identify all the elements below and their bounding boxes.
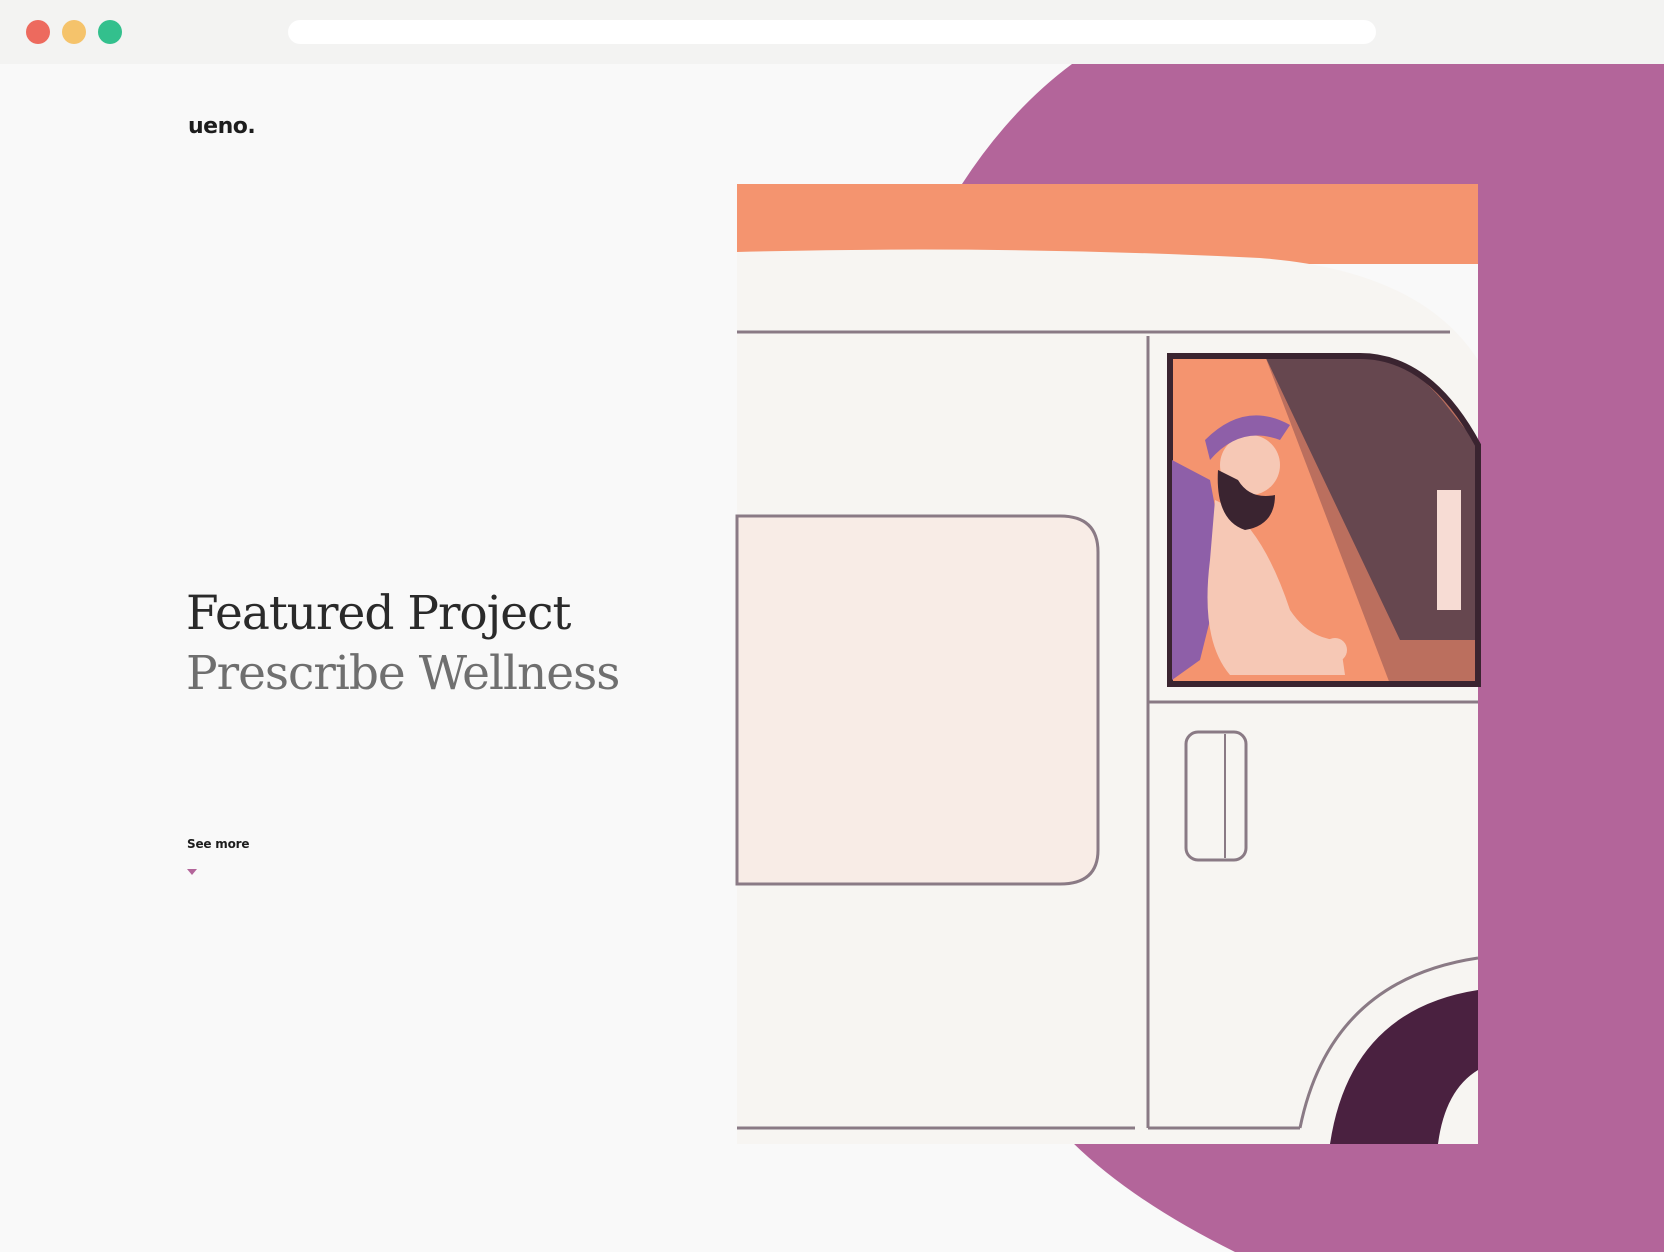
page-content: ueno. Featured Project Prescribe Wellnes… <box>0 64 1664 1252</box>
brand-logo[interactable]: ueno. <box>188 114 256 139</box>
door-handle <box>1184 730 1248 862</box>
caret-down-icon <box>187 869 197 875</box>
browser-window: ueno. Featured Project Prescribe Wellnes… <box>0 0 1664 1252</box>
van-side-window <box>735 514 1100 886</box>
hero-headline: Featured Project Prescribe Wellness <box>186 584 620 704</box>
browser-toolbar <box>0 0 1664 64</box>
project-title: Prescribe Wellness <box>186 646 620 701</box>
address-bar[interactable] <box>288 20 1376 44</box>
minimize-window-button[interactable] <box>62 20 86 44</box>
featured-project-label: Featured Project <box>186 586 571 641</box>
maximize-window-button[interactable] <box>98 20 122 44</box>
close-window-button[interactable] <box>26 20 50 44</box>
see-more-link[interactable]: See more <box>187 837 250 851</box>
